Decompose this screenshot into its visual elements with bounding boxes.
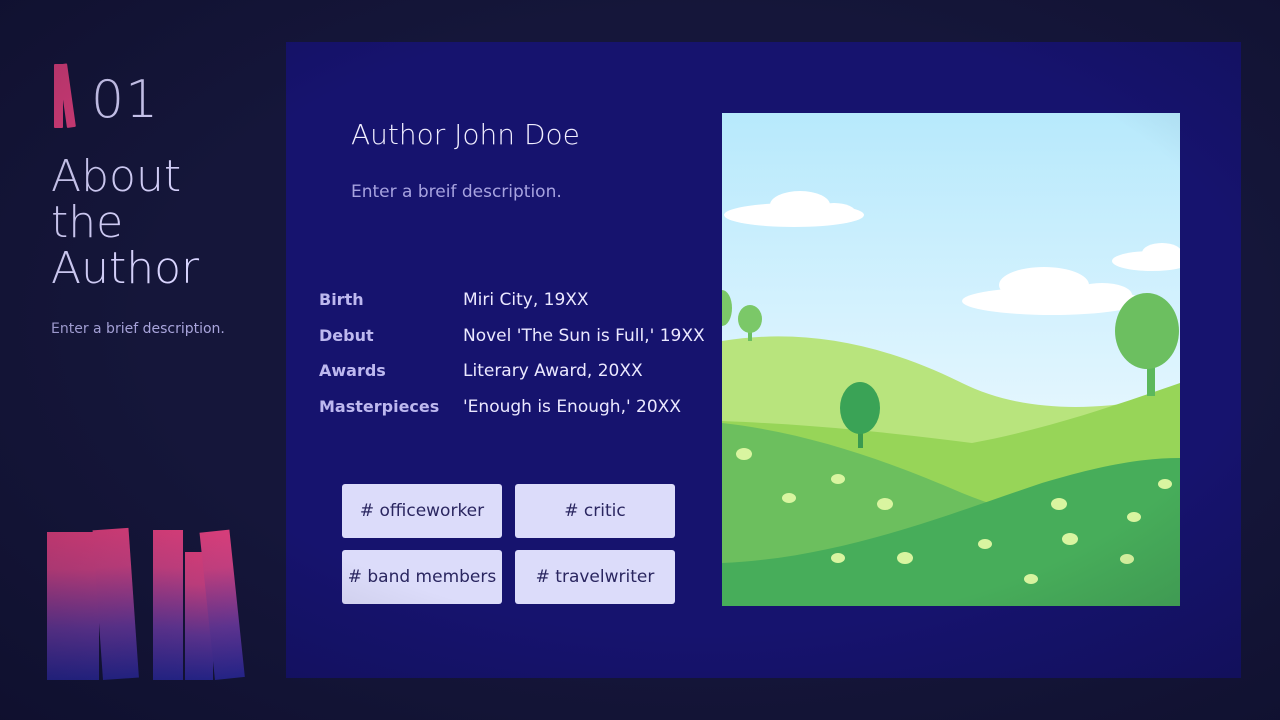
author-name: Author John Doe [351, 118, 580, 151]
section-number: 01 [91, 70, 160, 130]
info-row-debut: Debut Novel 'The Sun is Full,' 19XX [319, 326, 719, 350]
slide: 01 About the Author Enter a brief descri… [0, 0, 1280, 720]
info-label: Birth [319, 290, 364, 309]
landscape-illustration [722, 113, 1180, 606]
books-logo-icon [54, 63, 80, 130]
section-title: About the Author [51, 154, 251, 292]
info-row-masterpieces: Masterpieces 'Enough is Enough,' 20XX [319, 397, 719, 421]
info-value: 'Enough is Enough,' 20XX [463, 397, 681, 417]
tag-band-members[interactable]: # band members [342, 550, 502, 604]
info-label: Masterpieces [319, 397, 440, 416]
tag-officeworker[interactable]: # officeworker [342, 484, 502, 538]
author-description: Enter a breif description. [351, 182, 562, 202]
info-row-birth: Birth Miri City, 19XX [319, 290, 719, 314]
info-label: Debut [319, 326, 374, 345]
section-title-line-2: the [51, 197, 124, 248]
section-title-line-3: Author [51, 243, 200, 294]
section-title-line-1: About [51, 151, 182, 202]
info-row-awards: Awards Literary Award, 20XX [319, 361, 719, 385]
info-value: Novel 'The Sun is Full,' 19XX [463, 326, 705, 346]
tag-critic[interactable]: # critic [515, 484, 675, 538]
tag-travelwriter[interactable]: # travelwriter [515, 550, 675, 604]
info-value: Miri City, 19XX [463, 290, 589, 310]
books-decoration-icon [45, 520, 265, 680]
info-value: Literary Award, 20XX [463, 361, 643, 381]
info-label: Awards [319, 361, 386, 380]
section-description: Enter a brief description. [51, 321, 225, 337]
